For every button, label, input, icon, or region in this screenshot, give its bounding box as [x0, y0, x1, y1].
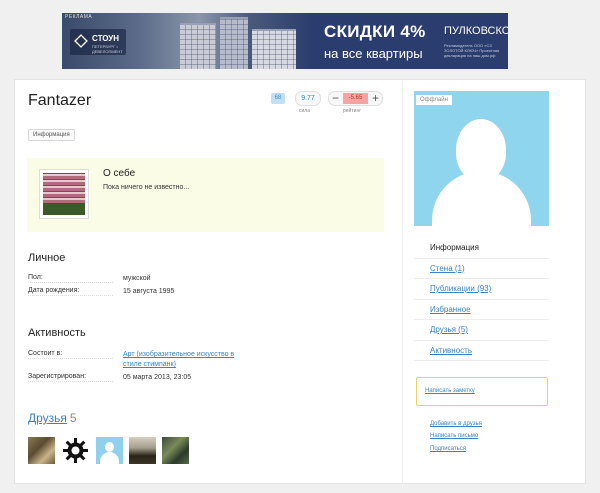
- rating-label: рейтинг: [343, 108, 362, 114]
- birthdate-value: 15 августа 1995: [123, 288, 175, 295]
- friend-avatar[interactable]: [28, 437, 55, 464]
- karma-label: сила: [299, 108, 310, 114]
- add-friend-link[interactable]: Добавить в друзья: [430, 421, 482, 427]
- ad-fine-print: Рекламодатель ООО «СЗ ЗОЛОТОЙ КЛЮЧ» Прое…: [444, 43, 500, 58]
- ad-building-image: [252, 29, 296, 69]
- member-value-wrap: Арт (изобразительное искусство в стиле с…: [123, 350, 243, 370]
- about-title: О себе: [103, 168, 136, 179]
- friend-avatar[interactable]: [162, 437, 189, 464]
- column-divider: [402, 81, 403, 484]
- avatar: Оффлайн: [414, 91, 549, 226]
- menu-item-wall[interactable]: Стена (1): [414, 259, 549, 279]
- rating-value: -5.65: [343, 93, 368, 104]
- ad-logo: СТОУН ПЕТЕРБУРГ • ДЕВЕЛОПМЕНТ: [70, 29, 126, 55]
- user-badge: 68: [271, 93, 285, 104]
- gender-value: мужской: [123, 275, 151, 282]
- diamond-icon: [74, 34, 88, 48]
- menu-item-activity[interactable]: Активность: [414, 341, 549, 361]
- write-note-button[interactable]: Написать заметку: [416, 377, 548, 406]
- rating-minus-button[interactable]: −: [332, 91, 339, 105]
- ad-subtitle: на все квартиры: [324, 46, 423, 61]
- gender-label: Пол:: [28, 274, 113, 283]
- friend-avatar[interactable]: [96, 437, 123, 464]
- user-silhouette-body: [100, 452, 119, 464]
- about-section: О себе Пока ничего не известно...: [27, 158, 384, 232]
- ad-tag: РЕКЛАМА: [65, 14, 93, 20]
- ad-building-image: [180, 23, 216, 69]
- menu-item-favorites[interactable]: Избранное: [414, 300, 549, 320]
- ad-banner[interactable]: РЕКЛАМА СТОУН ПЕТЕРБУРГ • ДЕВЕЛОПМЕНТ СК…: [62, 13, 508, 69]
- gear-icon: [63, 438, 88, 463]
- group-link[interactable]: Арт (изобразительное искусство в стиле с…: [123, 351, 234, 368]
- user-silhouette-icon: [105, 442, 114, 452]
- ad-address: ПУЛКОВСКОЕ, 34: [444, 25, 508, 37]
- ad-logo-name: СТОУН: [92, 34, 120, 43]
- about-photo[interactable]: [39, 169, 89, 219]
- menu-item-friends[interactable]: Друзья (5): [414, 320, 549, 341]
- friend-avatar[interactable]: [129, 437, 156, 464]
- subscribe-link[interactable]: Подписаться: [430, 446, 466, 452]
- status-badge: Оффлайн: [416, 95, 452, 105]
- ad-logo-sub: ПЕТЕРБУРГ • ДЕВЕЛОПМЕНТ: [92, 44, 123, 54]
- user-silhouette-body: [432, 171, 531, 226]
- personal-title: Личное: [28, 252, 66, 264]
- friends-heading: Друзья 5: [28, 411, 77, 425]
- registered-label: Зарегистрирован:: [28, 373, 113, 382]
- write-message-link[interactable]: Написать письмо: [430, 433, 478, 439]
- menu-item-publications[interactable]: Публикации (93): [414, 279, 549, 300]
- rating-widget: − -5.65 +: [328, 91, 383, 106]
- ad-building-image: [220, 17, 248, 69]
- profile-card: Fantazer 68 9.77 сила − -5.65 + рейтинг …: [14, 79, 586, 484]
- profile-menu: Информация Стена (1) Публикации (93) Изб…: [414, 238, 549, 361]
- page-title: Fantazer: [28, 92, 92, 109]
- friends-count: 5: [69, 411, 77, 425]
- registered-value: 05 марта 2013, 23:05: [123, 374, 192, 381]
- karma-value: 9.77: [295, 91, 321, 106]
- friends-link[interactable]: Друзья: [28, 411, 67, 425]
- activity-title: Активность: [28, 327, 86, 339]
- birthdate-label: Дата рождения:: [28, 287, 113, 296]
- ad-title: СКИДКИ 4%: [324, 22, 426, 41]
- rating-plus-button[interactable]: +: [372, 91, 379, 105]
- tab-information[interactable]: Информация: [28, 129, 75, 141]
- about-text: Пока ничего не известно...: [103, 184, 190, 191]
- menu-item-information[interactable]: Информация: [414, 238, 549, 259]
- friend-avatar[interactable]: [62, 437, 89, 464]
- member-label: Состоит в:: [28, 350, 113, 359]
